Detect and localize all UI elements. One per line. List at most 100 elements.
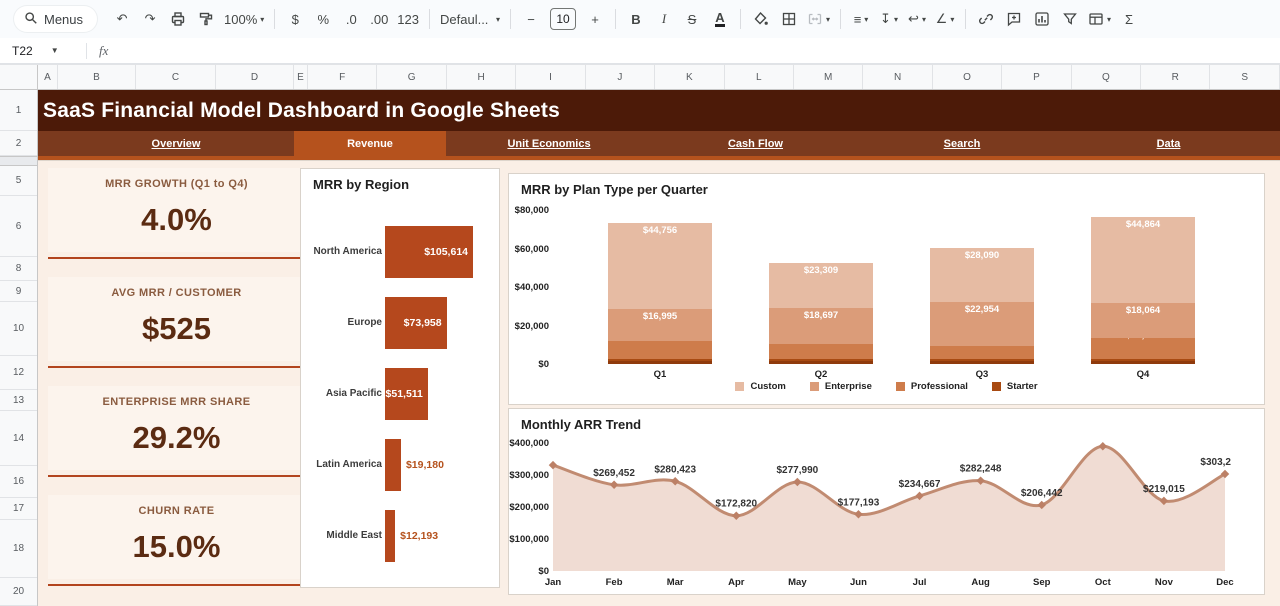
- row-header-14[interactable]: 14: [0, 411, 37, 466]
- bold-button[interactable]: B: [623, 6, 649, 32]
- toolbar: Menus ↶ ↷ 100% $ % .0 .00 123 Defaul... …: [0, 0, 1280, 38]
- row-header-17[interactable]: 17: [0, 498, 37, 520]
- row-header-9[interactable]: 9: [0, 281, 37, 302]
- column-header-E[interactable]: E: [294, 65, 308, 89]
- decrease-decimal-button[interactable]: .0: [338, 6, 364, 32]
- format-currency-button[interactable]: $: [282, 6, 308, 32]
- kpi-card-2[interactable]: AVG MRR / CUSTOMER$525: [48, 277, 305, 361]
- stacked-bar-Q1[interactable]: $2,598$9,105$16,995$44,756: [608, 210, 712, 364]
- region-bar-wrap: $51,511: [385, 368, 499, 420]
- select-all-corner[interactable]: [0, 65, 38, 89]
- column-header-H[interactable]: H: [447, 65, 516, 89]
- mrr-by-region-chart[interactable]: MRR by Region North America$105,614Europ…: [300, 168, 500, 588]
- zoom-select[interactable]: 100%: [221, 6, 267, 32]
- kpi-card-1[interactable]: MRR GROWTH (Q1 to Q4)4.0%: [48, 168, 305, 252]
- column-header-O[interactable]: O: [933, 65, 1002, 89]
- hidden-rows-band[interactable]: [0, 156, 37, 166]
- region-bar: [385, 439, 401, 491]
- more-formats-button[interactable]: 123: [394, 6, 422, 32]
- x-axis-tick: Q2: [815, 369, 828, 380]
- x-axis-tick-mar: Mar: [667, 577, 684, 588]
- column-header-R[interactable]: R: [1141, 65, 1210, 89]
- menus-label: Menus: [44, 12, 83, 27]
- redo-button[interactable]: ↷: [137, 6, 163, 32]
- horizontal-align-button[interactable]: ≡: [848, 6, 874, 32]
- print-button[interactable]: [165, 6, 191, 32]
- column-header-M[interactable]: M: [794, 65, 863, 89]
- insert-comment-button[interactable]: [1001, 6, 1027, 32]
- table-views-button[interactable]: [1085, 6, 1114, 32]
- borders-button[interactable]: [776, 6, 802, 32]
- text-color-button[interactable]: A: [707, 6, 733, 32]
- monthly-arr-trend-chart[interactable]: Monthly ARR Trend $0$100,000$200,000$300…: [508, 408, 1265, 595]
- column-header-B[interactable]: B: [58, 65, 136, 89]
- column-header-A[interactable]: A: [38, 65, 58, 89]
- nav-tab-data[interactable]: Data: [1065, 131, 1272, 156]
- row-header-2[interactable]: 2: [0, 131, 37, 156]
- column-header-S[interactable]: S: [1210, 65, 1279, 89]
- text-rotation-button[interactable]: ∠: [932, 6, 958, 32]
- increase-font-size-button[interactable]: +: [582, 6, 608, 32]
- insert-link-button[interactable]: [973, 6, 999, 32]
- name-box[interactable]: T22 ▼: [0, 44, 86, 58]
- row-header-13[interactable]: 13: [0, 390, 37, 411]
- column-header-J[interactable]: J: [586, 65, 655, 89]
- mrr-by-plan-type-chart[interactable]: MRR by Plan Type per Quarter $0$20,000$4…: [508, 173, 1265, 405]
- column-header-Q[interactable]: Q: [1072, 65, 1141, 89]
- nav-tab-search[interactable]: Search: [859, 131, 1065, 156]
- column-header-D[interactable]: D: [216, 65, 294, 89]
- column-header-C[interactable]: C: [136, 65, 216, 89]
- strikethrough-button[interactable]: S: [679, 6, 705, 32]
- stacked-bar-Q3[interactable]: $2,688$6,548$22,954$28,090: [930, 210, 1034, 364]
- row-header-6[interactable]: 6: [0, 196, 37, 257]
- kpi-value: $525: [48, 311, 305, 347]
- dashboard-title-banner[interactable]: SaaS Financial Model Dashboard in Google…: [38, 90, 1280, 131]
- column-header-L[interactable]: L: [725, 65, 794, 89]
- font-select[interactable]: Defaul...: [437, 6, 503, 32]
- row-header-20[interactable]: 20: [0, 578, 37, 606]
- paint-format-button[interactable]: [193, 6, 219, 32]
- vertical-align-button[interactable]: ↧: [876, 6, 902, 32]
- italic-button[interactable]: I: [651, 6, 677, 32]
- legend-swatch: [992, 382, 1001, 391]
- column-header-G[interactable]: G: [377, 65, 446, 89]
- legend-item-starter: Starter: [992, 381, 1038, 392]
- functions-button[interactable]: Σ: [1116, 6, 1142, 32]
- increase-decimal-button[interactable]: .00: [366, 6, 392, 32]
- row-header-8[interactable]: 8: [0, 257, 37, 281]
- column-header-I[interactable]: I: [516, 65, 585, 89]
- stacked-bar-Q4[interactable]: $2,579$10,881$18,064$44,864: [1091, 210, 1195, 364]
- text-wrap-button[interactable]: ↩: [904, 6, 930, 32]
- fill-color-button[interactable]: [748, 6, 774, 32]
- legend-item-custom: Custom: [735, 381, 785, 392]
- row-header-5[interactable]: 5: [0, 166, 37, 196]
- font-size-input[interactable]: 10: [550, 8, 576, 30]
- column-header-F[interactable]: F: [308, 65, 377, 89]
- kpi-card-3[interactable]: ENTERPRISE MRR SHARE29.2%: [48, 386, 305, 470]
- nav-tab-unit-economics[interactable]: Unit Economics: [446, 131, 652, 156]
- y-axis-tick: $0: [509, 566, 549, 577]
- column-header-K[interactable]: K: [655, 65, 724, 89]
- column-header-N[interactable]: N: [863, 65, 932, 89]
- merge-cells-button[interactable]: [804, 6, 833, 32]
- nav-tab-overview[interactable]: Overview: [58, 131, 294, 156]
- x-axis-tick-jan: Jan: [545, 577, 561, 588]
- fx-icon: fx: [99, 43, 108, 59]
- row-header-10[interactable]: 10: [0, 302, 37, 356]
- menus-search-pill[interactable]: Menus: [14, 6, 97, 32]
- name-box-dropdown-icon[interactable]: ▼: [51, 46, 59, 55]
- format-percent-button[interactable]: %: [310, 6, 336, 32]
- column-header-P[interactable]: P: [1002, 65, 1071, 89]
- kpi-card-4[interactable]: CHURN RATE15.0%: [48, 495, 305, 579]
- nav-tab-revenue[interactable]: Revenue: [294, 131, 446, 156]
- row-header-1[interactable]: 1: [0, 90, 37, 131]
- row-header-18[interactable]: 18: [0, 520, 37, 578]
- row-header-12[interactable]: 12: [0, 356, 37, 390]
- create-filter-button[interactable]: [1057, 6, 1083, 32]
- decrease-font-size-button[interactable]: −: [518, 6, 544, 32]
- nav-tab-cash-flow[interactable]: Cash Flow: [652, 131, 859, 156]
- stacked-bar-Q2[interactable]: $2,503$7,824$18,697$23,309: [769, 210, 873, 364]
- undo-button[interactable]: ↶: [109, 6, 135, 32]
- row-header-16[interactable]: 16: [0, 466, 37, 498]
- insert-chart-button[interactable]: [1029, 6, 1055, 32]
